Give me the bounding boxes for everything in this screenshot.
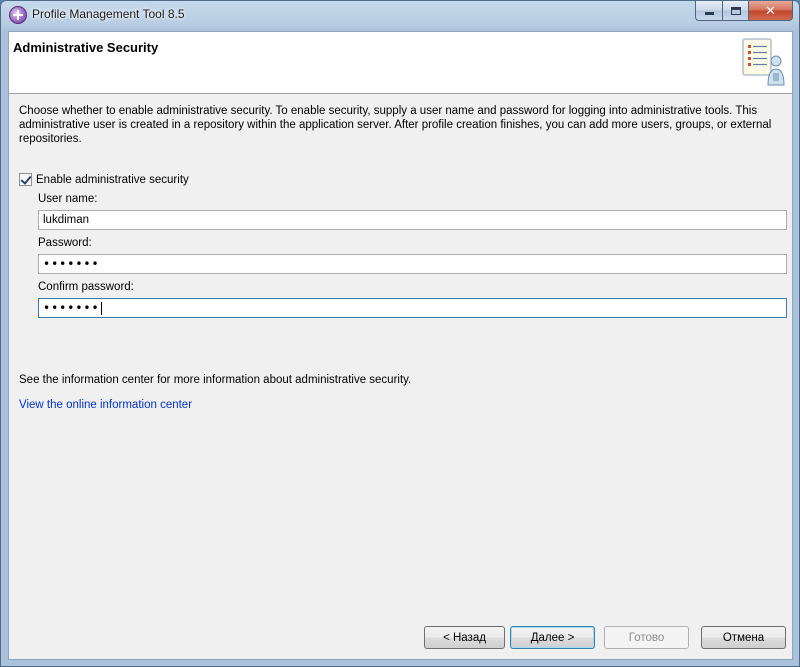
password-value: ••••••• <box>43 257 100 271</box>
page-title: Administrative Security <box>13 40 159 55</box>
enable-security-row[interactable]: Enable administrative security <box>19 173 189 186</box>
info-center-link[interactable]: View the online information center <box>19 399 192 411</box>
security-wizard-icon <box>742 38 785 86</box>
info-center-text: See the information center for more info… <box>19 374 412 386</box>
title-bar[interactable]: Profile Management Tool 8.5 ✕ <box>1 1 799 31</box>
confirm-password-field[interactable]: ••••••• <box>38 298 787 318</box>
application-window: Profile Management Tool 8.5 ✕ Administra… <box>0 0 800 667</box>
back-button[interactable]: < Назад <box>424 626 505 649</box>
finish-button[interactable]: Готово <box>604 626 689 649</box>
cancel-button[interactable]: Отмена <box>701 626 786 649</box>
description-text: Choose whether to enable administrative … <box>19 105 772 145</box>
close-icon: ✕ <box>765 2 776 18</box>
minimize-icon <box>704 12 714 15</box>
next-button[interactable]: Далее > <box>510 626 595 649</box>
maximize-button[interactable] <box>722 1 748 21</box>
enable-security-label[interactable]: Enable administrative security <box>36 174 189 186</box>
enable-security-checkbox[interactable] <box>19 173 32 186</box>
username-field[interactable]: lukdiman <box>38 210 787 230</box>
wizard-header: Administrative Security <box>9 32 792 94</box>
username-label: User name: <box>38 193 98 205</box>
maximize-icon <box>730 6 741 15</box>
minimize-button[interactable] <box>695 1 722 21</box>
window-controls: ✕ <box>695 1 793 21</box>
password-field[interactable]: ••••••• <box>38 254 787 274</box>
wizard-content: Choose whether to enable administrative … <box>9 95 792 615</box>
dialog-client-area: Administrative Security Choose whether t… <box>8 31 793 660</box>
window-title: Profile Management Tool 8.5 <box>32 7 185 21</box>
username-value: lukdiman <box>43 214 90 226</box>
text-caret <box>100 302 102 316</box>
app-logo-icon <box>9 6 27 24</box>
confirm-password-label: Confirm password: <box>38 281 134 293</box>
confirm-password-value: ••••••• <box>43 301 100 315</box>
close-button[interactable]: ✕ <box>748 1 793 21</box>
password-label: Password: <box>38 237 92 249</box>
